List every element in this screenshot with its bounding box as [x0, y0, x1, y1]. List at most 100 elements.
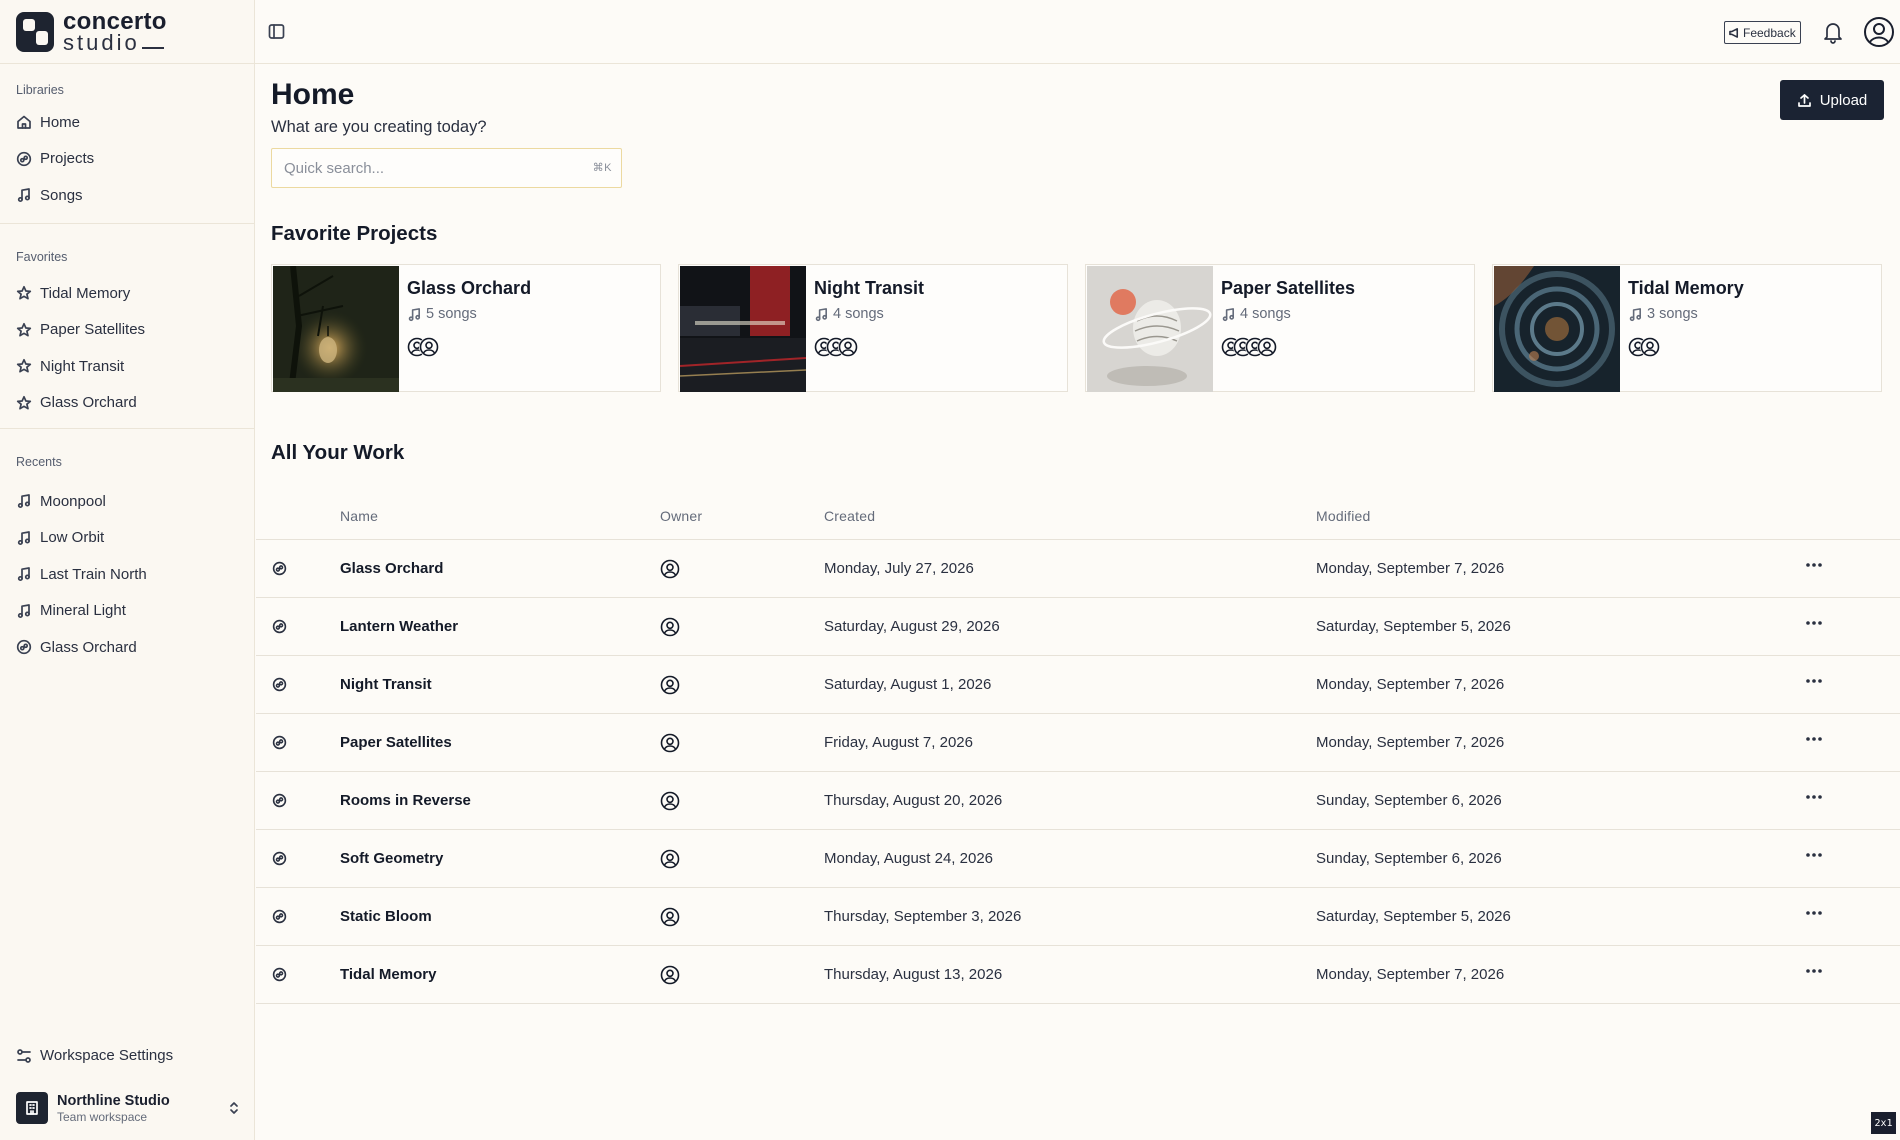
- project-icon: [272, 561, 287, 576]
- more-options-icon[interactable]: [1804, 792, 1824, 802]
- chevron-up-down-icon: [230, 1102, 238, 1114]
- sidebar-item-label: Glass Orchard: [40, 638, 137, 656]
- owner-avatar-icon: [660, 791, 680, 811]
- project-card[interactable]: Tidal Memory 3 songs: [1492, 264, 1882, 392]
- upload-button[interactable]: Upload: [1780, 80, 1884, 120]
- sidebar-item-glass-orchard[interactable]: Glass Orchard: [16, 632, 246, 662]
- feedback-button[interactable]: Feedback: [1724, 21, 1801, 44]
- column-owner-header[interactable]: Owner: [660, 508, 702, 524]
- row-name[interactable]: Rooms in Reverse: [340, 792, 471, 809]
- table-row[interactable]: Night Transit Saturday, August 1, 2026 Mon…: [256, 656, 1900, 714]
- sidebar-item-label: Mineral Light: [40, 602, 126, 619]
- row-name[interactable]: Paper Satellites: [340, 734, 452, 751]
- column-name-header[interactable]: Name: [340, 508, 378, 524]
- project-card-song-count: 4 songs: [1221, 306, 1291, 322]
- row-name[interactable]: Static Bloom: [340, 908, 432, 925]
- owner-avatar-icon: [660, 849, 680, 869]
- sidebar-item-moonpool[interactable]: Moonpool: [16, 486, 246, 516]
- quick-search-input[interactable]: [284, 149, 564, 187]
- table-row[interactable]: Rooms in Reverse Thursday, August 20, 202…: [256, 772, 1900, 830]
- table-row[interactable]: Tidal Memory Thursday, August 13, 2026 Mon…: [256, 946, 1900, 1004]
- project-cover-image: [273, 266, 399, 392]
- project-icon: [272, 967, 287, 982]
- more-options-icon[interactable]: [1804, 676, 1824, 686]
- row-name[interactable]: Glass Orchard: [340, 560, 443, 577]
- project-card[interactable]: Glass Orchard 5 songs: [271, 264, 661, 392]
- project-icon: [272, 793, 287, 808]
- table-row[interactable]: Soft Geometry Monday, August 24, 2026 Sund…: [256, 830, 1900, 888]
- home-icon: [17, 115, 31, 129]
- sidebar-item-label: Paper Satellites: [40, 321, 146, 338]
- table-row[interactable]: Paper Satellites Friday, August 7, 2026 Mo…: [256, 714, 1900, 772]
- owner-avatar-icon: [660, 675, 680, 695]
- music-note-icon: [1222, 307, 1235, 321]
- column-created-header[interactable]: Created: [824, 508, 875, 524]
- bell-icon[interactable]: [1821, 19, 1845, 45]
- sidebar-item-home[interactable]: Home: [16, 107, 246, 137]
- sidebar-item-label: Tidal Memory: [40, 284, 131, 302]
- row-name[interactable]: Soft Geometry: [340, 850, 443, 867]
- row-created-date: Monday, July 27, 2026: [824, 560, 974, 577]
- row-name[interactable]: Tidal Memory: [340, 966, 436, 983]
- sidebar-item-low-orbit[interactable]: Low Orbit: [16, 523, 246, 553]
- brand-subtitle: studio: [63, 31, 167, 54]
- sidebar-item-songs[interactable]: Songs: [16, 180, 246, 210]
- workspace-type: Team workspace: [57, 1109, 148, 1124]
- song-count-label: 3 songs: [1647, 306, 1698, 322]
- row-created-date: Monday, August 24, 2026: [824, 850, 994, 867]
- star-icon: [16, 395, 32, 410]
- sidebar-item-paper-satellites[interactable]: Paper Satellites: [16, 315, 246, 345]
- sidebar-item-label: Songs: [40, 186, 83, 204]
- sidebar-item-label: Last Train North: [40, 565, 147, 583]
- workspace-settings-link[interactable]: Workspace Settings: [16, 1047, 173, 1064]
- sidebar-item-last-train-north[interactable]: Last Train North: [16, 559, 246, 589]
- collaborator-avatar-icon: [838, 337, 858, 357]
- project-card-song-count: 4 songs: [814, 306, 884, 322]
- row-created-date: Thursday, August 13, 2026: [824, 966, 1003, 983]
- sidebar-item-projects[interactable]: Projects: [16, 144, 246, 174]
- more-options-icon[interactable]: [1804, 908, 1824, 918]
- quick-search: ⌘K: [271, 148, 622, 188]
- music-note-icon: [17, 530, 30, 545]
- favorites-label: Favorites: [16, 250, 68, 264]
- sidebar-item-tidal-memory[interactable]: Tidal Memory: [16, 278, 246, 308]
- more-options-icon[interactable]: [1804, 618, 1824, 628]
- workspace-settings-label: Workspace Settings: [40, 1047, 174, 1064]
- table-row[interactable]: Static Bloom Thursday, September 3, 2026 S…: [256, 888, 1900, 946]
- sidebar-item-night-transit[interactable]: Night Transit: [16, 351, 246, 381]
- column-modified-header[interactable]: Modified: [1316, 508, 1371, 524]
- star-icon: [16, 285, 32, 300]
- work-table: Name Owner Created Modified Glass Orchar…: [256, 500, 1900, 1004]
- all-your-work-title: All Your Work: [271, 441, 405, 464]
- collaborator-avatars: [814, 337, 858, 357]
- more-options-icon[interactable]: [1804, 966, 1824, 976]
- project-card[interactable]: Paper Satellites 4 songs: [1085, 264, 1475, 392]
- top-bar: Feedback: [255, 0, 1900, 64]
- more-options-icon[interactable]: [1804, 734, 1824, 744]
- workspace-switcher[interactable]: Northline Studio Team workspace: [16, 1088, 241, 1128]
- row-name[interactable]: Lantern Weather: [340, 618, 458, 635]
- project-card[interactable]: Night Transit 4 songs: [678, 264, 1068, 392]
- project-icon: [272, 851, 287, 866]
- project-card-song-count: 5 songs: [407, 306, 477, 322]
- concerto-logo-icon: [16, 12, 54, 52]
- upload-icon: [1797, 93, 1811, 107]
- song-count-label: 4 songs: [1240, 306, 1291, 322]
- upload-label: Upload: [1819, 91, 1868, 109]
- sidebar-item-mineral-light[interactable]: Mineral Light: [16, 596, 246, 626]
- brand-logo[interactable]: concerto studio: [15, 9, 167, 54]
- user-avatar-icon[interactable]: [1863, 16, 1895, 48]
- project-card-title: Paper Satellites: [1221, 278, 1356, 298]
- music-note-icon: [17, 188, 30, 203]
- sidebar-item-glass-orchard[interactable]: Glass Orchard: [16, 388, 246, 418]
- libraries-label: Libraries: [16, 83, 64, 97]
- table-row[interactable]: Lantern Weather Saturday, August 29, 2026…: [256, 598, 1900, 656]
- sidebar-toggle-icon[interactable]: [268, 23, 285, 40]
- row-name[interactable]: Night Transit: [340, 676, 432, 693]
- more-options-icon[interactable]: [1804, 560, 1824, 570]
- more-options-icon[interactable]: [1804, 850, 1824, 860]
- music-note-icon: [408, 307, 421, 321]
- table-row[interactable]: Glass Orchard Monday, July 27, 2026 Monday…: [256, 540, 1900, 598]
- music-note-icon: [17, 567, 30, 582]
- row-created-date: Friday, August 7, 2026: [824, 734, 973, 751]
